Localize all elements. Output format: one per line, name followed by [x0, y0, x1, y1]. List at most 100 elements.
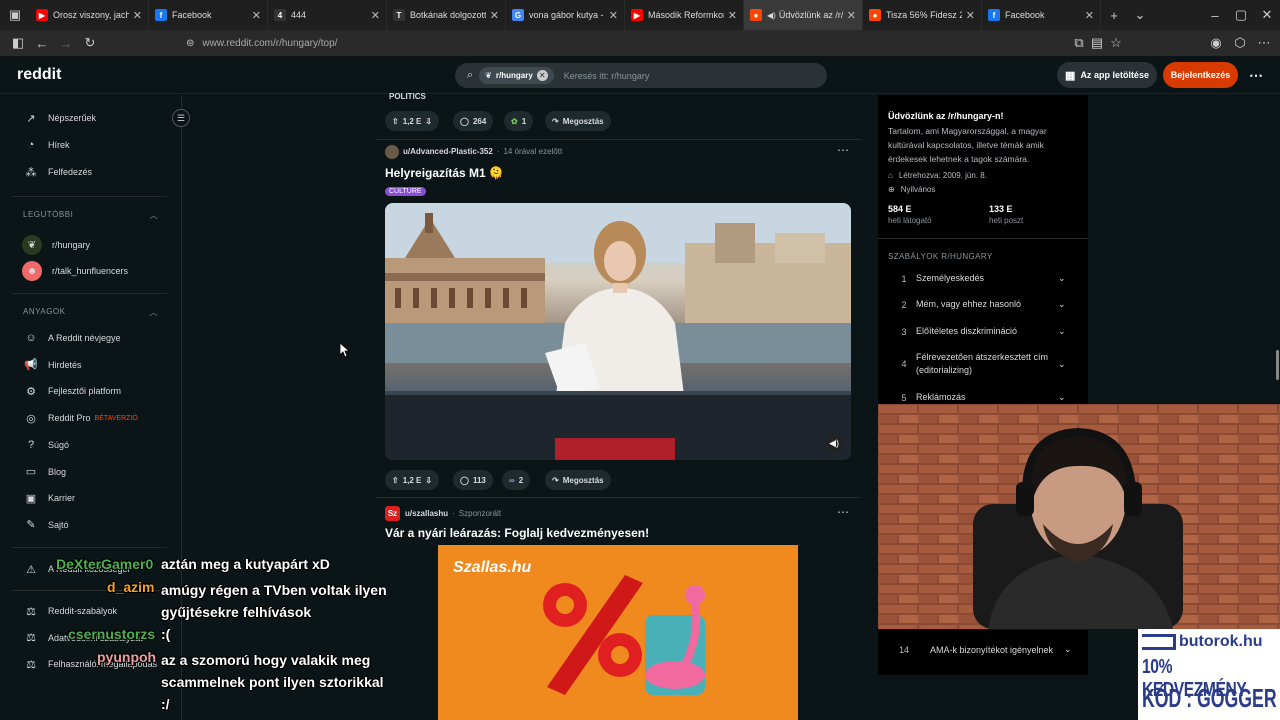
sidebar-item[interactable]: ⚖ Reddit-szabályok [24, 604, 117, 618]
close-tab-icon[interactable]: ✕ [252, 9, 261, 22]
extensions-icon[interactable]: ⬡ [1228, 31, 1252, 55]
reload-button[interactable]: ↻ [78, 31, 102, 55]
rule-14-bar[interactable]: 14 AMA-k bizonyítékot igényelnek ⌄ [878, 630, 1088, 675]
post-title[interactable]: Helyreigazítás M1 🫠 [385, 166, 504, 180]
recent-heading-label: LEGUTÓBBI [23, 210, 74, 219]
ad-card[interactable]: Sz u/szallashu · Szponzorált ⋯ Vár a nyá… [375, 500, 861, 720]
browser-tab[interactable]: T Botkának dolgozott, M ✕ [387, 0, 506, 30]
downvote-icon[interactable]: ⇩ [425, 117, 432, 126]
qr-icon: ▦ [1065, 69, 1076, 82]
sidebar-item[interactable]: ✎ Sajtó [24, 518, 68, 532]
tab-actions-icon[interactable]: ▣ [0, 0, 30, 30]
rule-item[interactable]: 5 Reklámozás ⌄ [892, 391, 1072, 404]
browser-tab[interactable]: ● ◀)Üdvözlünk az /r/hu ✕ [744, 0, 863, 30]
sidebar-item[interactable]: ▭ Blog [24, 465, 66, 479]
post-options-icon[interactable]: ⋯ [837, 143, 849, 157]
post-author[interactable]: u/Advanced-Plastic-352 [403, 147, 493, 156]
vote-control[interactable]: ⇧ 1,2 E ⇩ [385, 111, 440, 131]
sidebar-collapse-button[interactable]: ☰ [172, 109, 190, 127]
sidebar-item[interactable]: ❦ r/hungary [22, 235, 90, 255]
settings-more-icon[interactable]: ⋯ [1252, 31, 1276, 55]
rule-item[interactable]: 14 AMA-k bizonyítékot igényelnek ⌄ [878, 644, 1078, 655]
close-tab-icon[interactable]: ✕ [609, 9, 618, 22]
sidebar-item[interactable]: ◎ Reddit Pro BÉTAVERZIÓ [24, 411, 138, 425]
resources-heading[interactable]: ANYAGOK ︿ [23, 307, 158, 318]
sidebar-item[interactable]: ⚙ Fejlesztői platform [24, 384, 121, 398]
close-tab-icon[interactable]: ✕ [133, 9, 142, 22]
reddit-logo[interactable]: reddit [17, 66, 61, 84]
sidebar-divider [12, 547, 167, 548]
sidebar-toggle-icon[interactable]: ◧ [6, 31, 30, 55]
search-bar[interactable]: ⌕ ❦ r/hungary ✕ Keresés itt: r/hungary [455, 63, 827, 88]
forward-button[interactable]: → [54, 31, 78, 55]
get-app-button[interactable]: ▦ Az app letöltése [1057, 62, 1157, 88]
login-button[interactable]: Bejelentkezés [1163, 62, 1238, 88]
cake-icon: ⌂ [888, 171, 893, 180]
minimize-button[interactable]: – [1202, 0, 1228, 30]
search-community-chip[interactable]: ❦ r/hungary ✕ [479, 67, 554, 84]
browser-tab[interactable]: ▶ Orosz viszony, jachtozá ✕ [30, 0, 149, 30]
browser-tab[interactable]: 4 444 ✕ [268, 0, 387, 30]
ad-image[interactable]: Szallas.hu [385, 545, 851, 720]
vote-control[interactable]: ⇧ 1,2 E ⇩ [385, 470, 440, 490]
upvote-icon[interactable]: ⇧ [392, 476, 399, 485]
rule-item[interactable]: 1 Személyeskedés ⌄ [892, 272, 1072, 285]
browser-tab[interactable]: f Facebook ✕ [982, 0, 1101, 30]
award-button[interactable]: ✿ 1 [504, 111, 534, 131]
browser-tab[interactable]: f Facebook ✕ [149, 0, 268, 30]
recent-heading[interactable]: LEGUTÓBBI ︿ [23, 210, 158, 221]
sidebar-item[interactable]: 📢 Hirdetés [24, 358, 82, 372]
rule-item[interactable]: 4 Félrevezetően átszerkesztett cím (edito… [892, 351, 1072, 377]
browser-tab[interactable]: ● Tisza 56% Fidesz 21% · ✕ [863, 0, 982, 30]
site-info-icon[interactable]: ⊜ [186, 38, 194, 49]
post-flair[interactable]: CULTURE [385, 187, 426, 196]
chip-close-icon[interactable]: ✕ [536, 70, 548, 81]
maximize-button[interactable]: ▢ [1228, 0, 1254, 30]
post-video[interactable]: ◀) [385, 203, 851, 460]
post-card[interactable]: u/Advanced-Plastic-352 · 14 órával ezelő… [375, 140, 861, 495]
sidebar-item[interactable]: ? Súgó [24, 438, 69, 452]
favorite-star-icon[interactable]: ☆ [1104, 31, 1128, 55]
sidebar-item-label: Hirdetés [48, 359, 82, 370]
sidebar-item[interactable]: ☻ r/talk_hunfluencers [22, 261, 128, 281]
speaker-icon[interactable]: ◀) [767, 11, 776, 20]
sidebar-item[interactable]: ◔ Hírek [24, 138, 70, 152]
sidebar-item[interactable]: ↗ Népszerűek [24, 111, 96, 125]
sidebar-item[interactable]: ▣ Karrier [24, 491, 75, 505]
close-tab-icon[interactable]: ✕ [966, 9, 975, 22]
mute-icon[interactable]: ◀) [825, 434, 843, 452]
sidebar-item[interactable]: ☺ A Reddit névjegye [24, 331, 120, 345]
close-tab-icon[interactable]: ✕ [728, 9, 737, 22]
ad-title[interactable]: Vár a nyári leárazás: Foglalj kedvezmény… [385, 526, 649, 540]
new-tab-button[interactable]: + [1101, 0, 1127, 30]
url-field[interactable]: ⊜ www.reddit.com/r/hungary/top/ [178, 33, 1128, 53]
close-window-button[interactable]: ✕ [1254, 0, 1280, 30]
more-options-icon[interactable]: ⋯ [1244, 62, 1268, 88]
back-button[interactable]: ← [30, 31, 54, 55]
downvote-icon[interactable]: ⇩ [425, 476, 432, 485]
feed: POLITICS ⇧ 1,2 E ⇩ ◯ 264 ✿ 1 ↷ Megosztás… [375, 92, 865, 720]
sidebar-item[interactable]: ⁂ Felfedezés [24, 165, 93, 179]
share-button[interactable]: ↷ Megosztás [545, 111, 611, 131]
upvote-icon[interactable]: ⇧ [392, 117, 399, 126]
chevron-down-icon: ⌄ [1058, 326, 1066, 336]
browser-tab[interactable]: ▶ Második Reformkor - Y ✕ [625, 0, 744, 30]
profile-icon[interactable]: ◉ [1204, 31, 1228, 55]
ad-avatar-icon[interactable]: Sz [385, 506, 400, 521]
browser-tab[interactable]: Gvona gábor kutya - Go ✕ [506, 0, 625, 30]
rule-item[interactable]: 2 Mém, vagy ehhez hasonló ⌄ [892, 298, 1072, 311]
rule-item[interactable]: 3 Előítéletes diszkrimináció ⌄ [892, 325, 1072, 338]
author-avatar[interactable] [385, 145, 399, 159]
tab-list-chevron-icon[interactable]: ⌄ [1127, 0, 1153, 30]
scrollbar[interactable] [1276, 350, 1279, 380]
share-button[interactable]: ↷ Megosztás [545, 470, 611, 490]
close-tab-icon[interactable]: ✕ [371, 9, 380, 22]
ad-options-icon[interactable]: ⋯ [837, 505, 849, 519]
comments-button[interactable]: ◯ 113 [453, 470, 493, 490]
close-tab-icon[interactable]: ✕ [847, 9, 856, 22]
close-tab-icon[interactable]: ✕ [490, 9, 499, 22]
ad-author[interactable]: u/szallashu [405, 509, 448, 518]
comments-button[interactable]: ◯ 264 [453, 111, 494, 131]
award-button[interactable]: ∞ 2 [502, 470, 531, 490]
close-tab-icon[interactable]: ✕ [1085, 9, 1094, 22]
